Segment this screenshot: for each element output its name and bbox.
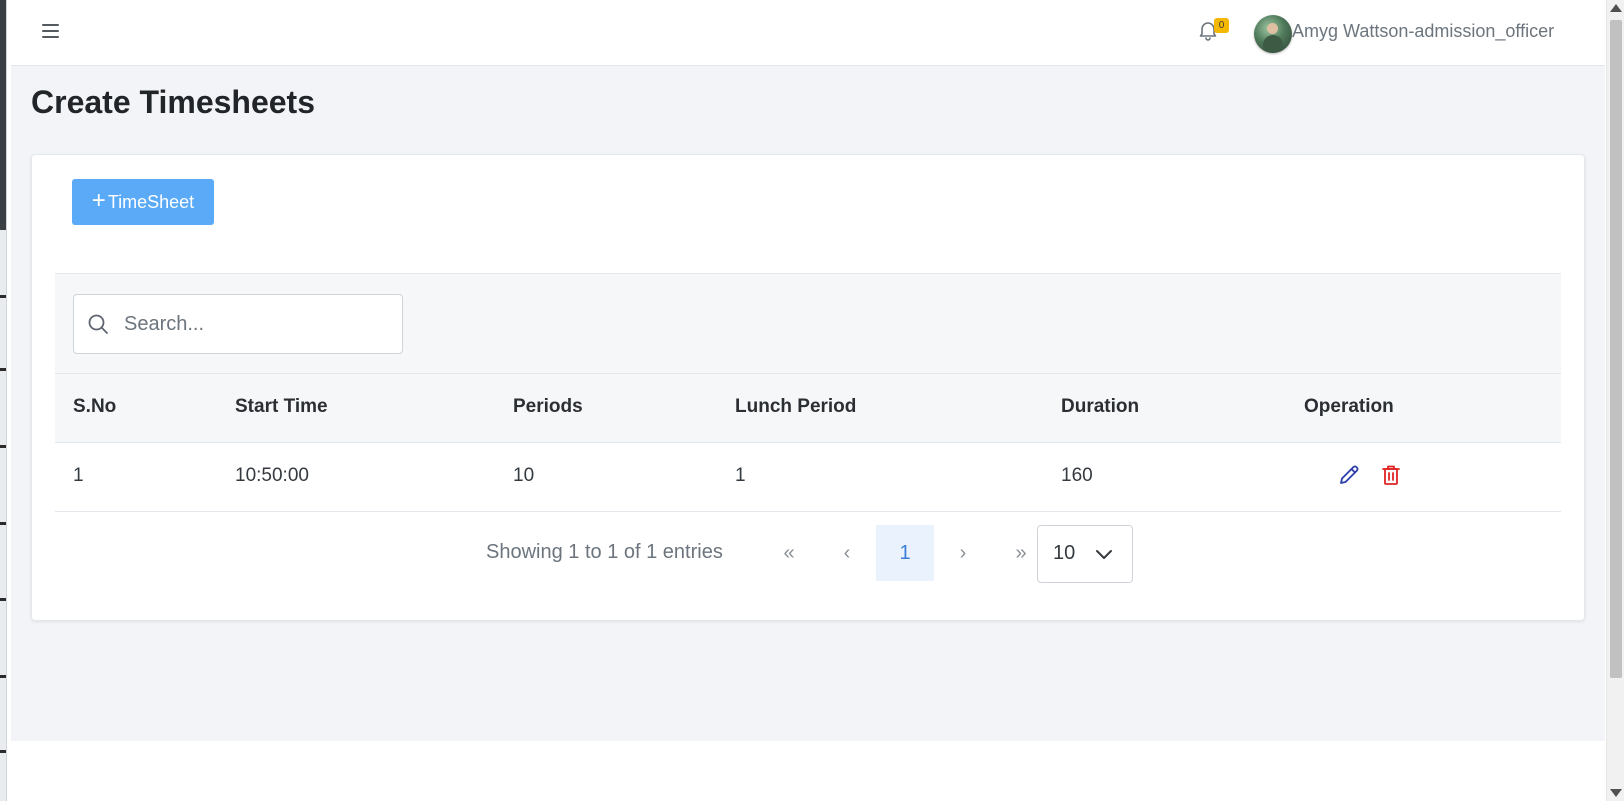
cell-sno: 1 (73, 465, 84, 486)
page-number-button[interactable]: 1 (876, 525, 934, 581)
left-window-edge (0, 0, 7, 801)
user-name[interactable]: Amyg Wattson-admission_officer (1292, 21, 1554, 42)
entries-info: Showing 1 to 1 of 1 entries (486, 541, 723, 563)
column-header-sno[interactable]: S.No (73, 396, 116, 418)
next-page-icon: › (959, 541, 967, 564)
cell-duration: 160 (1061, 465, 1093, 486)
edit-icon[interactable] (1337, 463, 1361, 487)
page-size-select[interactable]: 10 (1037, 525, 1133, 583)
pagination-bar: Showing 1 to 1 of 1 entries « ‹ 1 › » 10 (32, 523, 1584, 583)
table-header: S.No Start Time Periods Lunch Period Dur… (55, 374, 1561, 443)
plus-icon: + (91, 187, 106, 214)
add-timesheet-button[interactable]: + TimeSheet (72, 179, 214, 225)
top-navbar: 0 Amyg Wattson-admission_officer (11, 0, 1605, 66)
next-page-button[interactable]: › (934, 525, 992, 581)
column-header-start-time[interactable]: Start Time (235, 396, 328, 418)
first-page-button[interactable]: « (760, 525, 818, 581)
last-page-icon: » (1015, 541, 1027, 564)
scrollbar-thumb[interactable] (1610, 20, 1622, 678)
page-size-value: 10 (1053, 542, 1076, 564)
column-header-operation: Operation (1304, 396, 1394, 417)
column-header-duration[interactable]: Duration (1061, 396, 1139, 418)
scroll-up-arrow-icon[interactable] (1610, 4, 1622, 12)
delete-icon[interactable] (1379, 463, 1403, 487)
chevron-down-icon (1094, 544, 1114, 564)
vertical-scrollbar[interactable] (1606, 0, 1624, 801)
search-input[interactable] (122, 307, 396, 341)
cell-lunch-period: 1 (735, 465, 746, 486)
table-row: 1 10:50:00 10 1 160 (55, 443, 1561, 512)
first-page-icon: « (783, 541, 795, 564)
previous-page-button[interactable]: ‹ (818, 525, 876, 581)
scroll-down-arrow-icon[interactable] (1610, 789, 1622, 797)
cell-start-time: 10:50:00 (235, 465, 309, 486)
search-icon (87, 313, 109, 335)
avatar[interactable] (1254, 15, 1292, 53)
column-header-periods[interactable]: Periods (513, 396, 583, 418)
notification-count-badge: 0 (1214, 18, 1229, 33)
add-timesheet-label: TimeSheet (107, 191, 195, 212)
page-title: Create Timesheets (31, 84, 315, 120)
hamburger-menu-icon[interactable] (41, 21, 61, 41)
search-box[interactable] (73, 294, 403, 354)
column-header-lunch-period[interactable]: Lunch Period (735, 396, 856, 418)
cell-periods: 10 (513, 465, 535, 486)
previous-page-icon: ‹ (843, 541, 851, 564)
timesheet-card: + TimeSheet S.No Start Time Periods Lunc… (31, 154, 1585, 621)
table-search-area (55, 274, 1561, 374)
timesheet-table: S.No Start Time Periods Lunch Period Dur… (55, 273, 1561, 512)
